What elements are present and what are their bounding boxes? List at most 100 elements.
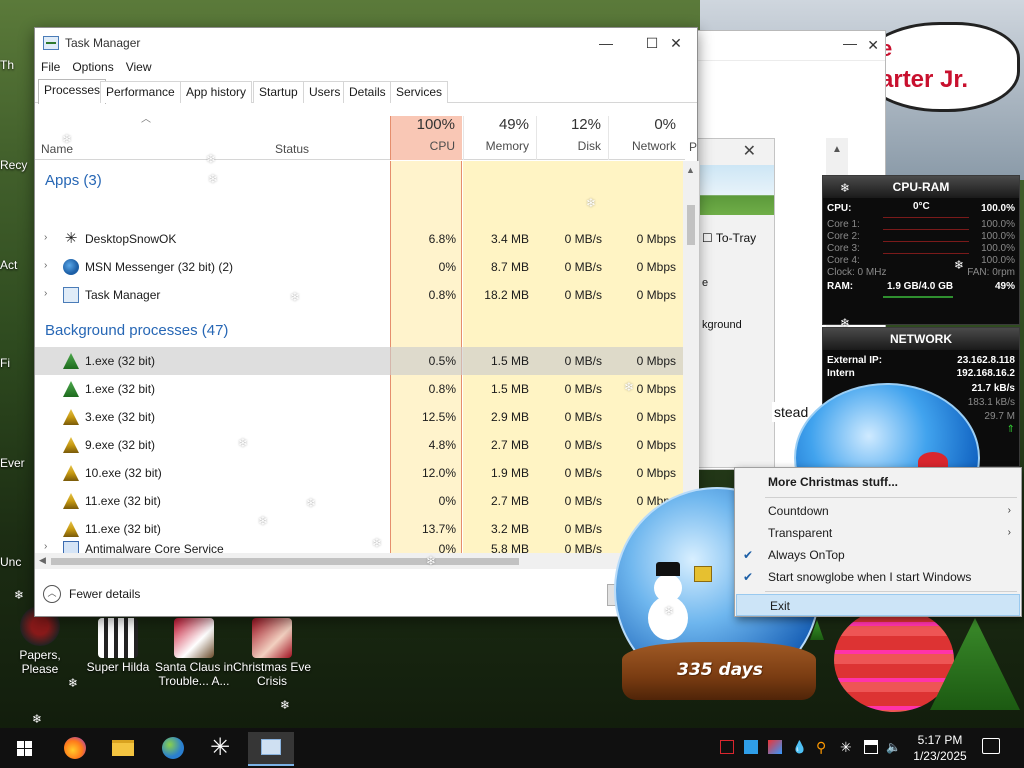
taskbar-clock[interactable]: 5:17 PM 1/23/2025: [904, 732, 976, 764]
snowflake-icon: ❄: [206, 152, 217, 166]
table-row[interactable]: 11.exe (32 bit) 0% 2.7 MB 0 MB/s 0 Mbps: [35, 487, 683, 515]
menu-item-exit[interactable]: Exit: [736, 594, 1020, 616]
tray-volume-icon[interactable]: 🔈: [886, 740, 901, 754]
snowflake-icon: ❄: [624, 380, 635, 394]
taskbar-msn-messenger[interactable]: [156, 734, 190, 762]
close-icon[interactable]: ✕: [867, 37, 879, 54]
chevron-left-icon[interactable]: ◀: [39, 555, 46, 566]
chevron-up-icon[interactable]: ▲: [686, 165, 695, 175]
taskbar-file-explorer[interactable]: [106, 734, 140, 762]
taskbar-firefox[interactable]: [58, 734, 92, 762]
table-row[interactable]: 11.exe (32 bit) 13.7% 3.2 MB 0 MB/s 0 Mb: [35, 515, 683, 543]
table-row[interactable]: › Task Manager 0.8% 18.2 MB 0 MB/s 0 Mbp…: [35, 281, 683, 309]
santa-claus-icon: [174, 618, 214, 658]
tray-app-icon[interactable]: [768, 740, 782, 754]
chevron-up-circle-icon[interactable]: ︿: [43, 585, 61, 603]
table-row[interactable]: 9.exe (32 bit) 4.8% 2.7 MB 0 MB/s 0 Mbps: [35, 431, 683, 459]
desktop-icon-santa-claus[interactable]: Santa Claus in Trouble... A...: [154, 618, 234, 688]
tray-network-icon[interactable]: [864, 740, 878, 754]
table-row[interactable]: 3.exe (32 bit) 12.5% 2.9 MB 0 MB/s 0 Mbp…: [35, 403, 683, 431]
tray-snowflake-icon[interactable]: ✳: [840, 740, 854, 754]
table-row[interactable]: › MSN Messenger (32 bit) (2) 0% 8.7 MB 0…: [35, 253, 683, 281]
column-memory[interactable]: 49% Memory: [463, 116, 536, 160]
core-bar: [883, 241, 969, 242]
snowglobe-context-menu[interactable]: More Christmas stuff... Countdown › Tran…: [734, 467, 1022, 617]
menu-item-countdown[interactable]: Countdown ›: [735, 500, 1021, 522]
start-button[interactable]: [8, 734, 42, 762]
background-dialog[interactable]: ✕ ☐ To-Tray e kground: [697, 138, 775, 468]
minimize-icon[interactable]: —: [843, 35, 857, 51]
chevron-right-icon: ›: [1007, 505, 1011, 516]
snowflake-icon: ✳: [64, 230, 78, 247]
tab-app-history[interactable]: App history: [180, 81, 253, 103]
table-row[interactable]: › Antimalware Core Service 0% 5.8 MB 0 M…: [35, 541, 683, 553]
close-button[interactable]: ✕: [653, 32, 699, 54]
windows-logo-icon: [17, 741, 24, 748]
column-network[interactable]: 0% Network: [608, 116, 683, 160]
desktop-icon-label[interactable]: Th: [0, 58, 14, 72]
snowflake-icon: ❄: [664, 604, 675, 618]
column-power[interactable]: P: [689, 140, 697, 154]
section-heading-apps: Apps (3): [45, 172, 102, 189]
tab-startup[interactable]: Startup: [253, 81, 304, 103]
taskbar-task-manager[interactable]: [248, 732, 294, 766]
chevron-right-icon[interactable]: ›: [44, 288, 47, 299]
tray-drop-icon[interactable]: 💧: [792, 740, 807, 754]
desktop-icon-super-hilda[interactable]: Super Hilda: [78, 618, 158, 674]
snowflake-icon: ❄: [426, 554, 437, 568]
scrollbar-thumb[interactable]: [687, 205, 695, 245]
snowflake-icon: ❄: [290, 290, 301, 304]
tray-app-icon[interactable]: [744, 740, 758, 754]
desktop-icon-label[interactable]: Act: [0, 258, 17, 272]
tab-details[interactable]: Details: [343, 81, 392, 103]
chevron-right-icon[interactable]: ›: [44, 232, 47, 243]
desktop-icon-christmas-eve-crisis[interactable]: Christmas Eve Crisis: [232, 618, 312, 688]
fewer-details-link[interactable]: Fewer details: [69, 587, 140, 601]
tray-search-icon[interactable]: ⚲: [816, 740, 830, 754]
table-row[interactable]: 1.exe (32 bit) 0.5% 1.5 MB 0 MB/s 0 Mbps: [35, 347, 683, 375]
desktop-icon-label[interactable]: Unc: [0, 555, 21, 569]
scrollbar-thumb[interactable]: [51, 558, 519, 565]
desktop-icon-label[interactable]: Ever: [0, 456, 25, 470]
task-manager-window[interactable]: Task Manager — ☐ ✕ File Options View Proce…: [34, 27, 699, 617]
process-list[interactable]: Apps (3) › ✳ DesktopSnowOK 6.8% 3.4 MB 0…: [35, 161, 683, 553]
tab-users[interactable]: Users: [303, 81, 347, 103]
to-tray-button[interactable]: ☐ To-Tray: [702, 231, 756, 245]
tab-services[interactable]: Services: [390, 81, 449, 103]
task-manager-titlebar[interactable]: Task Manager — ☐ ✕: [35, 28, 697, 58]
menu-item-always-on-top[interactable]: ✔ Always OnTop: [735, 544, 1021, 566]
window-title: Task Manager: [65, 36, 141, 50]
menu-item-transparent[interactable]: Transparent ›: [735, 522, 1021, 544]
desktop-icon-label[interactable]: Fi: [0, 356, 10, 370]
tray-security-icon[interactable]: [720, 740, 734, 754]
tree-icon: [63, 437, 79, 453]
close-icon[interactable]: ✕: [743, 141, 756, 161]
tab-performance[interactable]: Performance: [100, 81, 181, 103]
menu-file[interactable]: File: [35, 58, 66, 76]
menu-view[interactable]: View: [120, 58, 158, 76]
menu-options[interactable]: Options: [66, 58, 119, 76]
snowflake-icon: ❄: [840, 316, 851, 330]
ram-bar: [883, 296, 953, 298]
table-row[interactable]: 1.exe (32 bit) 0.8% 1.5 MB 0 MB/s 0 Mbps: [35, 375, 683, 403]
super-hilda-icon: [98, 618, 138, 658]
chevron-up-icon[interactable]: ▲: [832, 144, 842, 155]
chevron-right-icon[interactable]: ›: [44, 541, 47, 552]
menu-item-more-christmas[interactable]: More Christmas stuff...: [735, 471, 1021, 493]
menu-item-start-with-windows[interactable]: ✔ Start snowglobe when I start Windows: [735, 566, 1021, 588]
column-disk[interactable]: 12% Disk: [536, 116, 608, 160]
chevron-right-icon[interactable]: ›: [44, 260, 47, 271]
notification-icon[interactable]: [982, 738, 1000, 754]
column-status[interactable]: Status: [275, 142, 309, 156]
menu-separator: [765, 591, 1017, 592]
tab-processes[interactable]: Processes: [38, 79, 107, 104]
minimize-button[interactable]: —: [583, 32, 629, 54]
horizontal-scrollbar[interactable]: ◀: [35, 553, 699, 569]
table-row[interactable]: 10.exe (32 bit) 12.0% 1.9 MB 0 MB/s 0 Mb…: [35, 459, 683, 487]
gadget-title: CPU-RAM: [823, 176, 1019, 198]
taskbar-desktopsnowok[interactable]: ✳: [204, 734, 238, 762]
desktop-icon-label[interactable]: Recy: [0, 158, 27, 172]
column-cpu[interactable]: 100% CPU: [390, 116, 462, 160]
cpu-ram-gadget[interactable]: CPU-RAM CPU: 0°C 100.0% Core 1: 100.0% C…: [822, 175, 1020, 325]
table-row[interactable]: › ✳ DesktopSnowOK 6.8% 3.4 MB 0 MB/s 0 M…: [35, 225, 683, 253]
